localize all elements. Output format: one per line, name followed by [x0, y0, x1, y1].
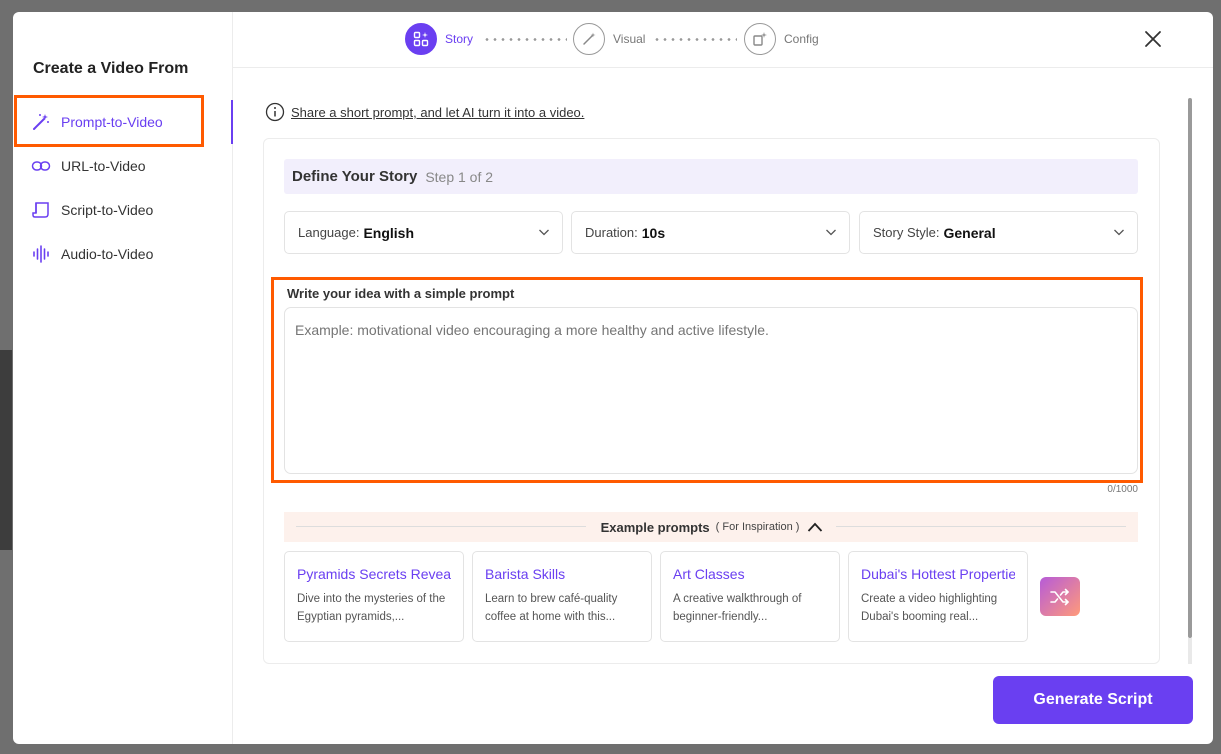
step-visual[interactable]: Visual: [573, 23, 645, 55]
info-icon: [265, 102, 285, 122]
define-story-bar: Define Your Story Step 1 of 2: [284, 159, 1138, 194]
example-description: A creative walkthrough of beginner-frien…: [673, 593, 802, 623]
sidebar-item-url-to-video[interactable]: URL-to-Video: [13, 144, 233, 188]
sidebar-item-audio-to-video[interactable]: Audio-to-Video: [13, 232, 233, 276]
example-description: Dive into the mysteries of the Egyptian …: [297, 593, 446, 623]
story-step-icon: [405, 23, 437, 55]
background-strip: [0, 350, 12, 550]
examples-title: Example prompts: [598, 519, 712, 535]
shuffle-icon: [1050, 588, 1069, 605]
example-title: Barista Skills: [485, 566, 566, 582]
sidebar-item-script-to-video[interactable]: Script-to-Video: [13, 188, 233, 232]
audio-wave-icon: [31, 244, 51, 264]
dropdown-label: Duration:: [585, 225, 638, 240]
shuffle-button[interactable]: [1040, 577, 1080, 616]
example-prompts-bar[interactable]: Example prompts ( For Inspiration ): [284, 512, 1138, 542]
example-title: Art Classes: [673, 566, 745, 582]
step-connector: [483, 38, 567, 41]
visual-step-icon: [573, 23, 605, 55]
dropdown-label: Story Style:: [873, 225, 940, 240]
example-card[interactable]: Dubai's Hottest Properties Create a vide…: [848, 551, 1028, 642]
step-label: Config: [784, 32, 819, 46]
define-step: Step 1 of 2: [425, 168, 494, 185]
generate-script-button[interactable]: Generate Script: [993, 676, 1193, 724]
step-config[interactable]: Config: [744, 23, 819, 55]
highlight-frame-sidebar: [14, 95, 204, 147]
example-card[interactable]: Pyramids Secrets Revealed Dive into the …: [284, 551, 464, 642]
step-header: Story Visual Config: [233, 12, 1213, 68]
step-label: Story: [445, 32, 474, 46]
scrollbar-thumb[interactable]: [1188, 98, 1192, 638]
sidebar-title: Create a Video From: [33, 60, 189, 77]
step-label: Visual: [613, 32, 646, 46]
example-description: Learn to brew café-quality coffee at hom…: [485, 593, 618, 623]
scrollbar-track: [1188, 638, 1192, 664]
character-counter: 0/1000: [1107, 484, 1138, 495]
divider: [836, 526, 1126, 527]
divider: [296, 526, 586, 527]
dropdown-value: General: [943, 224, 996, 241]
step-connector: [653, 38, 737, 41]
language-dropdown[interactable]: Language: English: [284, 211, 563, 254]
config-step-icon: [744, 23, 776, 55]
story-style-dropdown[interactable]: Story Style: General: [859, 211, 1138, 254]
example-card[interactable]: Barista Skills Learn to brew café-qualit…: [472, 551, 652, 642]
sidebar-item-label: Audio-to-Video: [61, 246, 154, 262]
sidebar-item-label: Script-to-Video: [61, 202, 154, 218]
example-card[interactable]: Art Classes A creative walkthrough of be…: [660, 551, 840, 642]
example-title: Dubai's Hottest Properties: [861, 566, 1015, 582]
chevron-down-icon: [826, 229, 836, 236]
chevron-down-icon: [1114, 229, 1124, 236]
highlight-frame-prompt: [271, 277, 1143, 483]
chevron-down-icon: [539, 229, 549, 236]
sidebar-item-label: URL-to-Video: [61, 158, 146, 174]
chevron-up-icon[interactable]: [807, 521, 823, 533]
duration-dropdown[interactable]: Duration: 10s: [571, 211, 850, 254]
create-video-modal: Create a Video From Prompt-to-Video URL-…: [13, 12, 1213, 744]
close-button[interactable]: [1142, 28, 1164, 50]
dropdown-value: 10s: [641, 224, 666, 241]
script-icon: [31, 200, 51, 220]
info-row: Share a short prompt, and let AI turn it…: [265, 102, 584, 122]
dropdown-value: English: [363, 224, 415, 241]
define-title: Define Your Story: [292, 168, 418, 185]
dropdown-label: Language:: [298, 225, 360, 240]
close-icon: [1145, 31, 1161, 47]
info-link[interactable]: Share a short prompt, and let AI turn it…: [291, 105, 584, 120]
example-description: Create a video highlighting Dubai's boom…: [861, 593, 998, 623]
step-story[interactable]: Story: [405, 23, 473, 55]
link-icon: [31, 156, 51, 176]
examples-subtitle: ( For Inspiration ): [715, 521, 800, 533]
example-title: Pyramids Secrets Revealed: [297, 566, 451, 582]
